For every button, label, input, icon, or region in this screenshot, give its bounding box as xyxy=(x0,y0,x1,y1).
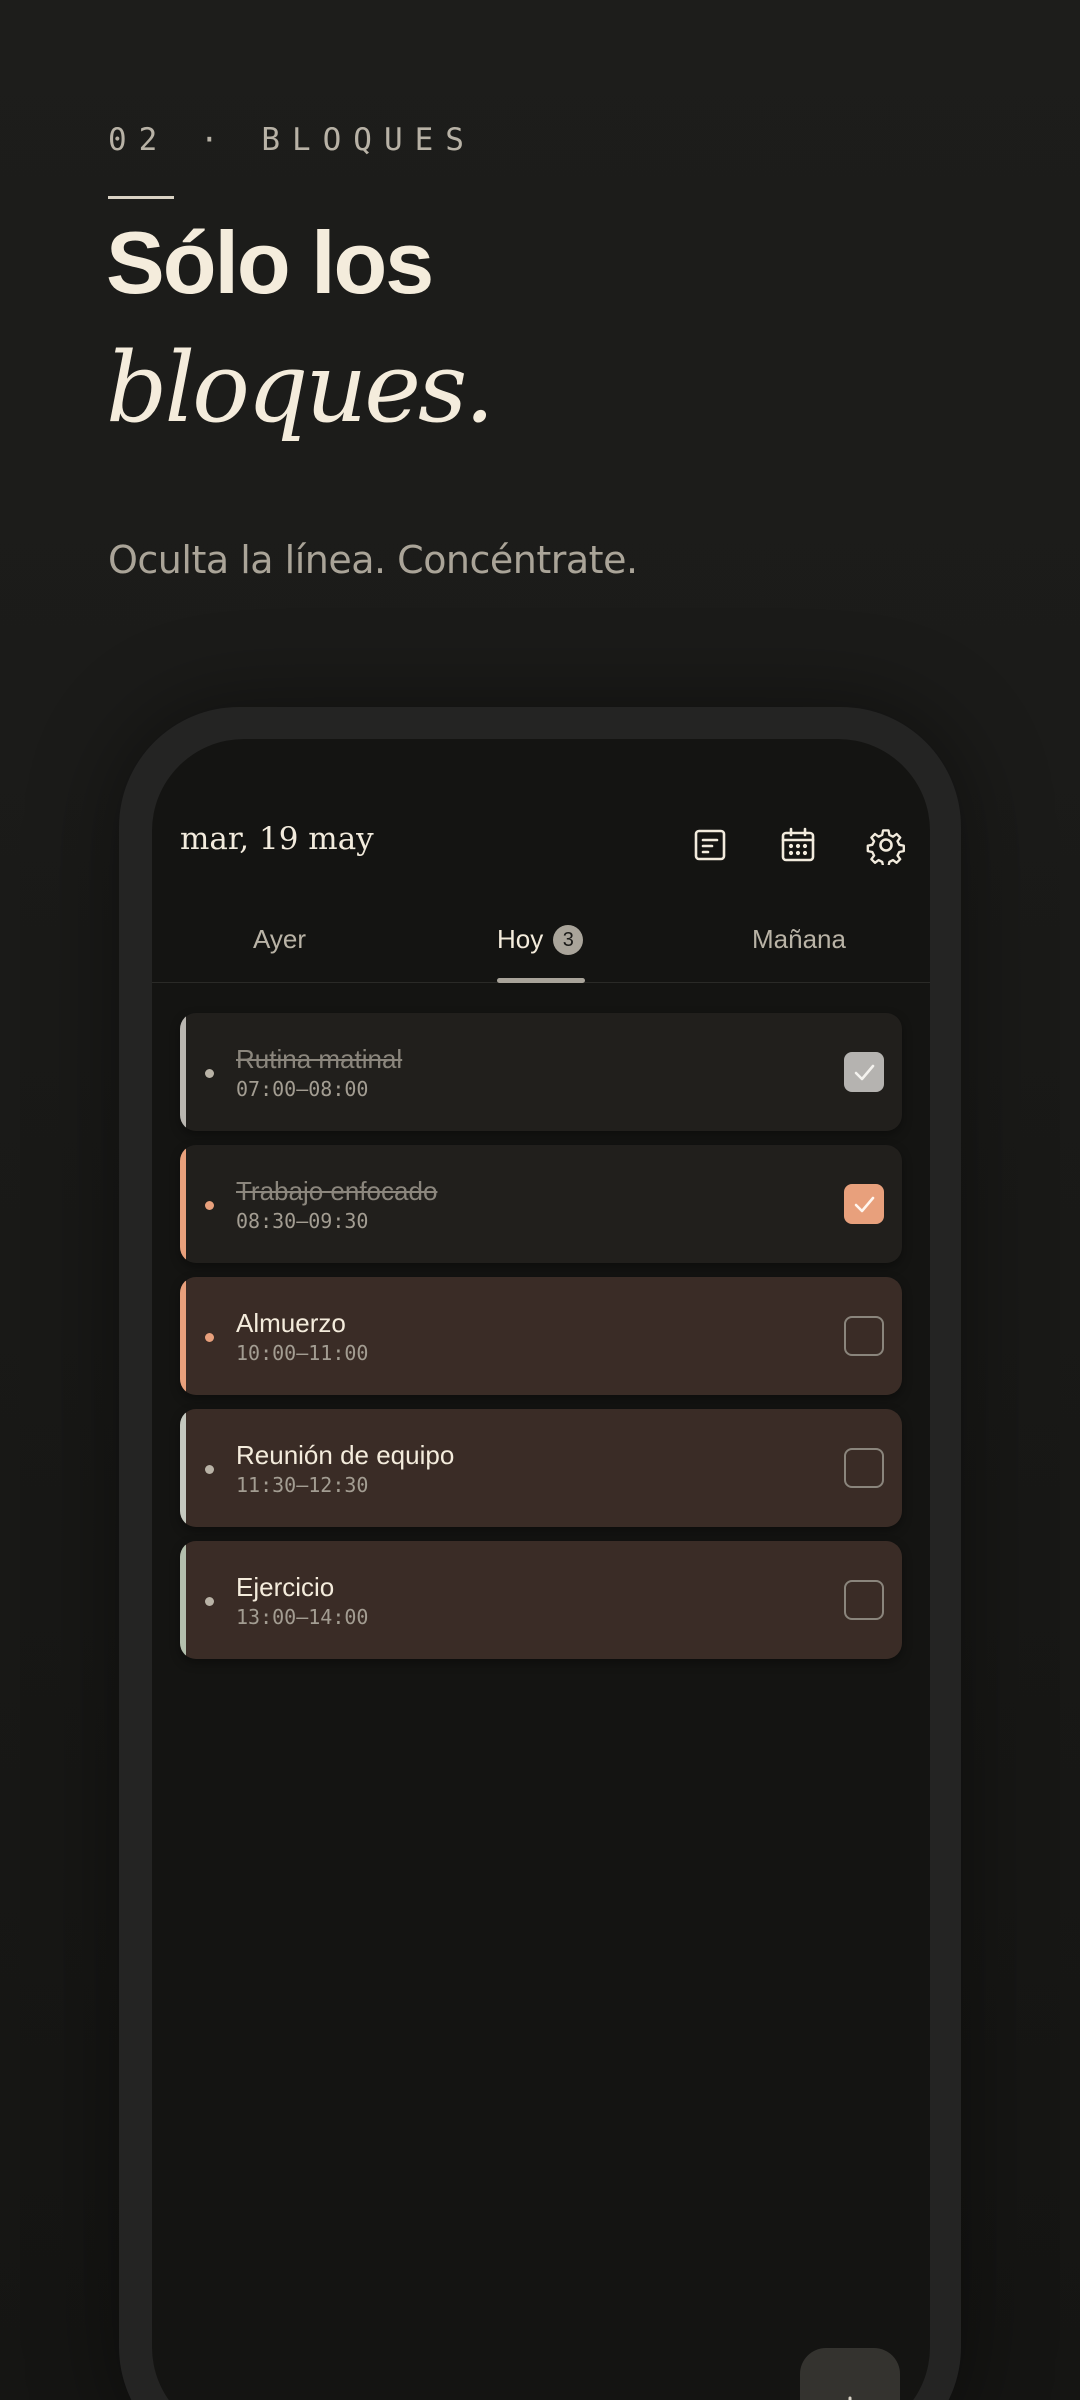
block-dot xyxy=(205,1465,214,1474)
block-list: Rutina matinal 07:00–08:00 Trabajo enfoc… xyxy=(180,1013,902,1673)
calendar-icon[interactable] xyxy=(778,825,818,865)
block-title: Trabajo enfocado xyxy=(236,1176,438,1206)
block-item[interactable]: Almuerzo 10:00–11:00 xyxy=(180,1277,902,1395)
block-checkbox[interactable] xyxy=(844,1052,884,1092)
block-item[interactable]: Ejercicio 13:00–14:00 xyxy=(180,1541,902,1659)
block-item[interactable]: Reunión de equipo 11:30–12:30 xyxy=(180,1409,902,1527)
add-block-button[interactable] xyxy=(800,2348,900,2400)
tab-ayer[interactable]: Ayer xyxy=(253,924,306,955)
tab-manana-label: Mañana xyxy=(752,924,846,954)
block-time: 08:30–09:30 xyxy=(236,1209,369,1233)
block-time: 11:30–12:30 xyxy=(236,1473,369,1497)
gear-icon[interactable] xyxy=(866,825,906,865)
block-accent-bar xyxy=(180,1013,186,1131)
block-checkbox[interactable] xyxy=(844,1184,884,1224)
current-date: mar, 19 may xyxy=(180,821,374,857)
block-item[interactable]: Rutina matinal 07:00–08:00 xyxy=(180,1013,902,1131)
day-tabs: Ayer Hoy 3 Mañana xyxy=(152,910,930,983)
tab-manana[interactable]: Mañana xyxy=(752,924,846,955)
headline-line-1: Sólo los xyxy=(106,213,434,312)
block-checkbox[interactable] xyxy=(844,1448,884,1488)
block-accent-bar xyxy=(180,1541,186,1659)
block-title: Ejercicio xyxy=(236,1572,335,1602)
block-accent-bar xyxy=(180,1277,186,1395)
block-title: Almuerzo xyxy=(236,1308,346,1338)
check-icon xyxy=(854,1196,875,1213)
block-checkbox[interactable] xyxy=(844,1580,884,1620)
block-time: 10:00–11:00 xyxy=(236,1341,369,1365)
block-checkbox[interactable] xyxy=(844,1316,884,1356)
block-dot xyxy=(205,1069,214,1078)
subtitle: Oculta la línea. Concéntrate. xyxy=(108,538,638,582)
block-time: 07:00–08:00 xyxy=(236,1077,369,1101)
check-icon xyxy=(854,1064,875,1081)
headline-line-2: bloques. xyxy=(106,332,495,444)
block-item[interactable]: Trabajo enfocado 08:30–09:30 xyxy=(180,1145,902,1263)
block-title: Reunión de equipo xyxy=(236,1440,455,1470)
tab-hoy-count-badge: 3 xyxy=(553,925,584,955)
notes-icon[interactable] xyxy=(690,825,730,865)
block-time: 13:00–14:00 xyxy=(236,1605,369,1629)
block-accent-bar xyxy=(180,1145,186,1263)
tab-ayer-label: Ayer xyxy=(253,924,306,954)
block-dot xyxy=(205,1597,214,1606)
tab-hoy[interactable]: Hoy 3 xyxy=(497,924,584,955)
block-dot xyxy=(205,1333,214,1342)
tab-hoy-label: Hoy xyxy=(497,924,544,954)
plus-icon xyxy=(848,2396,852,2400)
phone-screen: mar, 19 may Ayer Hoy 3 Mañana Rutina mat… xyxy=(152,739,930,2400)
block-accent-bar xyxy=(180,1409,186,1527)
active-tab-indicator xyxy=(497,978,585,983)
section-eyebrow: 02 · BLOQUES xyxy=(108,122,476,158)
eyebrow-rule xyxy=(108,196,174,199)
block-title: Rutina matinal xyxy=(236,1044,403,1074)
block-dot xyxy=(205,1201,214,1210)
